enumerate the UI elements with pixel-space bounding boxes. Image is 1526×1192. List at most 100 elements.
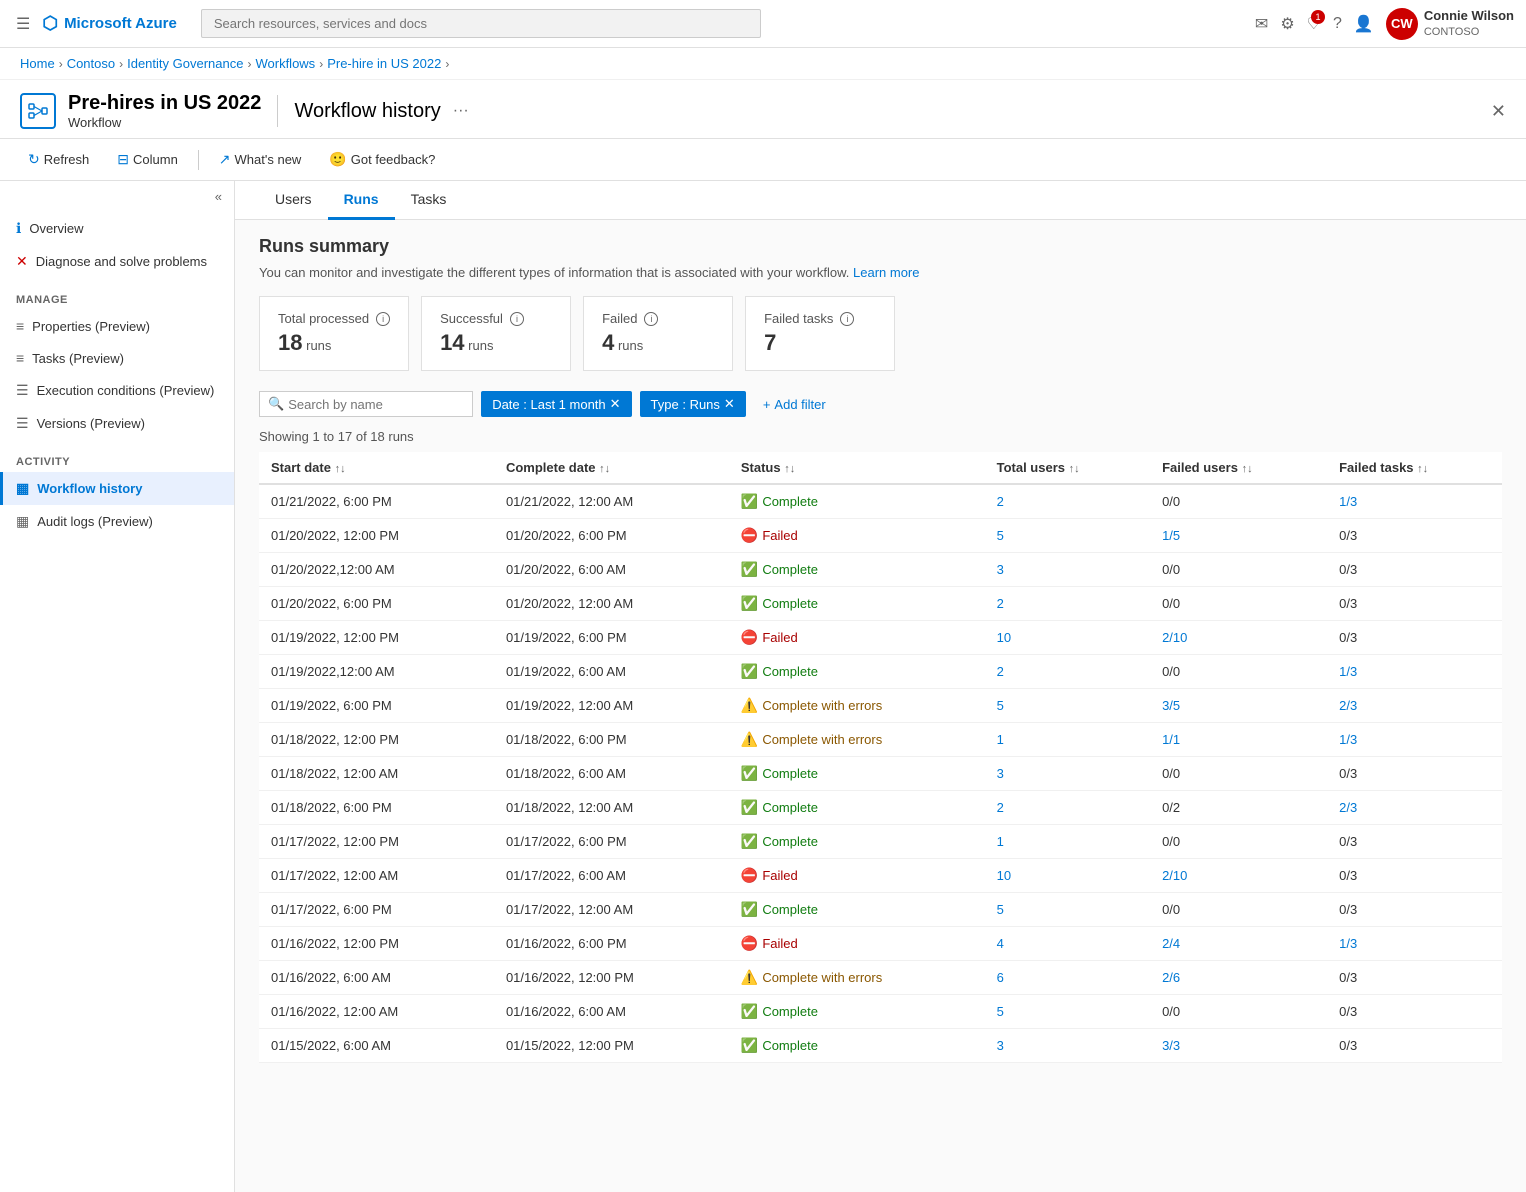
runs-summary-desc: You can monitor and investigate the diff… xyxy=(259,265,1502,280)
total-users-link[interactable]: 5 xyxy=(997,528,1004,543)
total-users-link[interactable]: 5 xyxy=(997,1004,1004,1019)
total-users-link[interactable]: 5 xyxy=(997,698,1004,713)
cell-failed-tasks: 0/3 xyxy=(1327,757,1502,791)
breadcrumb-home[interactable]: Home xyxy=(20,56,55,71)
failed-tasks-link[interactable]: 1/3 xyxy=(1339,732,1357,747)
notification-icon[interactable]: ♡ 1 xyxy=(1307,14,1321,34)
breadcrumb-sep-5: › xyxy=(445,57,449,71)
sidebar-item-properties[interactable]: ≡ Properties (Preview) xyxy=(0,310,234,342)
search-filter[interactable]: 🔍 xyxy=(259,391,473,417)
help-icon[interactable]: ? xyxy=(1333,15,1342,33)
sidebar-item-tasks[interactable]: ≡ Tasks (Preview) xyxy=(0,342,234,374)
breadcrumb-workflows[interactable]: Workflows xyxy=(255,56,315,71)
error-icon: ⛔ xyxy=(741,629,758,646)
total-users-link[interactable]: 10 xyxy=(997,630,1011,645)
page-subtitle: Workflow xyxy=(68,115,261,130)
tabs-bar: Users Runs Tasks xyxy=(235,181,1526,220)
user-icon[interactable]: 👤 xyxy=(1354,14,1374,34)
settings-icon[interactable]: ⚙ xyxy=(1280,14,1294,34)
failed-tasks-value: 0/3 xyxy=(1339,528,1357,543)
user-profile[interactable]: CW Connie Wilson CONTOSO xyxy=(1386,8,1514,40)
feedback-button[interactable]: 🙂 Got feedback? xyxy=(321,147,443,172)
col-header-start-date: Start date ↑↓ xyxy=(259,452,494,484)
refresh-button[interactable]: ↻ Refresh xyxy=(20,147,97,172)
total-users-link[interactable]: 4 xyxy=(997,936,1004,951)
cell-start-date: 01/18/2022, 12:00 AM xyxy=(259,757,494,791)
failed-tasks-link[interactable]: 2/3 xyxy=(1339,800,1357,815)
total-users-link[interactable]: 1 xyxy=(997,732,1004,747)
failed-users-value: 0/2 xyxy=(1162,800,1180,815)
col-status-sort-icon[interactable]: ↑↓ xyxy=(784,463,795,475)
feedback-icon[interactable]: ✉ xyxy=(1255,14,1268,34)
col-complete-date-sort-icon[interactable]: ↑↓ xyxy=(599,463,610,475)
tab-runs[interactable]: Runs xyxy=(328,181,395,220)
total-users-link[interactable]: 2 xyxy=(997,494,1004,509)
failed-users-link[interactable]: 3/5 xyxy=(1162,698,1180,713)
cell-start-date: 01/16/2022, 12:00 PM xyxy=(259,927,494,961)
stat-successful-label-text: Successful xyxy=(440,311,503,326)
column-button[interactable]: ⊟ Column xyxy=(109,147,186,172)
failed-tasks-link[interactable]: 1/3 xyxy=(1339,936,1357,951)
close-button[interactable]: ✕ xyxy=(1491,101,1506,122)
col-start-date-sort-icon[interactable]: ↑↓ xyxy=(335,463,346,475)
breadcrumb-identity-governance[interactable]: Identity Governance xyxy=(127,56,243,71)
total-users-link[interactable]: 2 xyxy=(997,596,1004,611)
learn-more-link[interactable]: Learn more xyxy=(853,265,919,280)
stat-failed: Failed i 4 runs xyxy=(583,296,733,371)
content-area: Users Runs Tasks Runs summary You can mo… xyxy=(235,181,1526,1192)
cell-failed-users: 0/0 xyxy=(1150,484,1327,519)
col-failed-users-sort-icon[interactable]: ↑↓ xyxy=(1242,463,1253,475)
breadcrumb-contoso[interactable]: Contoso xyxy=(67,56,115,71)
total-users-link[interactable]: 5 xyxy=(997,902,1004,917)
avatar: CW xyxy=(1386,8,1418,40)
stat-failed-value: 4 runs xyxy=(602,330,714,356)
total-users-link[interactable]: 6 xyxy=(997,970,1004,985)
cell-total-users: 3 xyxy=(985,757,1150,791)
sidebar-item-overview[interactable]: ℹ Overview xyxy=(0,212,234,245)
total-users-link[interactable]: 3 xyxy=(997,562,1004,577)
failed-users-link[interactable]: 1/1 xyxy=(1162,732,1180,747)
hamburger-icon[interactable]: ☰ xyxy=(12,10,34,38)
sidebar-item-versions[interactable]: ☰ Versions (Preview) xyxy=(0,407,234,440)
sidebar-item-diagnose[interactable]: ✕ Diagnose and solve problems xyxy=(0,245,234,278)
type-filter-chip[interactable]: Type : Runs ✕ xyxy=(640,391,746,417)
total-users-link[interactable]: 3 xyxy=(997,766,1004,781)
failed-users-link[interactable]: 3/3 xyxy=(1162,1038,1180,1053)
failed-users-link[interactable]: 2/10 xyxy=(1162,630,1187,645)
more-options-button[interactable]: ··· xyxy=(453,102,469,120)
col-status-label: Status xyxy=(741,460,781,475)
col-total-users-sort-icon[interactable]: ↑↓ xyxy=(1069,463,1080,475)
type-filter-close-icon: ✕ xyxy=(724,396,735,412)
cell-failed-tasks: 0/3 xyxy=(1327,961,1502,995)
failed-users-link[interactable]: 2/4 xyxy=(1162,936,1180,951)
sidebar-item-execution[interactable]: ☰ Execution conditions (Preview) xyxy=(0,374,234,407)
failed-tasks-link[interactable]: 1/3 xyxy=(1339,494,1357,509)
tab-tasks[interactable]: Tasks xyxy=(395,181,463,220)
total-users-link[interactable]: 3 xyxy=(997,1038,1004,1053)
failed-users-link[interactable]: 2/10 xyxy=(1162,868,1187,883)
failed-tasks-link[interactable]: 2/3 xyxy=(1339,698,1357,713)
cell-failed-tasks: 1/3 xyxy=(1327,655,1502,689)
search-bar[interactable] xyxy=(201,9,761,38)
sidebar-item-audit-logs[interactable]: ▦ Audit logs (Preview) xyxy=(0,505,234,538)
col-failed-tasks-sort-icon[interactable]: ↑↓ xyxy=(1417,463,1428,475)
tab-users[interactable]: Users xyxy=(259,181,328,220)
failed-tasks-link[interactable]: 1/3 xyxy=(1339,664,1357,679)
failed-users-link[interactable]: 1/5 xyxy=(1162,528,1180,543)
total-users-link[interactable]: 2 xyxy=(997,664,1004,679)
total-users-link[interactable]: 2 xyxy=(997,800,1004,815)
search-input[interactable] xyxy=(288,397,464,412)
cell-complete-date: 01/21/2022, 12:00 AM xyxy=(494,484,729,519)
search-input[interactable] xyxy=(201,9,761,38)
cell-complete-date: 01/17/2022, 12:00 AM xyxy=(494,893,729,927)
add-filter-button[interactable]: + Add filter xyxy=(754,392,835,417)
collapse-sidebar-button[interactable]: « xyxy=(0,181,234,212)
total-users-link[interactable]: 10 xyxy=(997,868,1011,883)
date-filter-chip[interactable]: Date : Last 1 month ✕ xyxy=(481,391,631,417)
total-users-link[interactable]: 1 xyxy=(997,834,1004,849)
failed-users-link[interactable]: 2/6 xyxy=(1162,970,1180,985)
cell-total-users: 3 xyxy=(985,1029,1150,1063)
breadcrumb-prehire[interactable]: Pre-hire in US 2022 xyxy=(327,56,441,71)
whats-new-button[interactable]: ↗ What's new xyxy=(211,147,310,172)
sidebar-item-workflow-history[interactable]: ▦ Workflow history xyxy=(0,472,234,505)
